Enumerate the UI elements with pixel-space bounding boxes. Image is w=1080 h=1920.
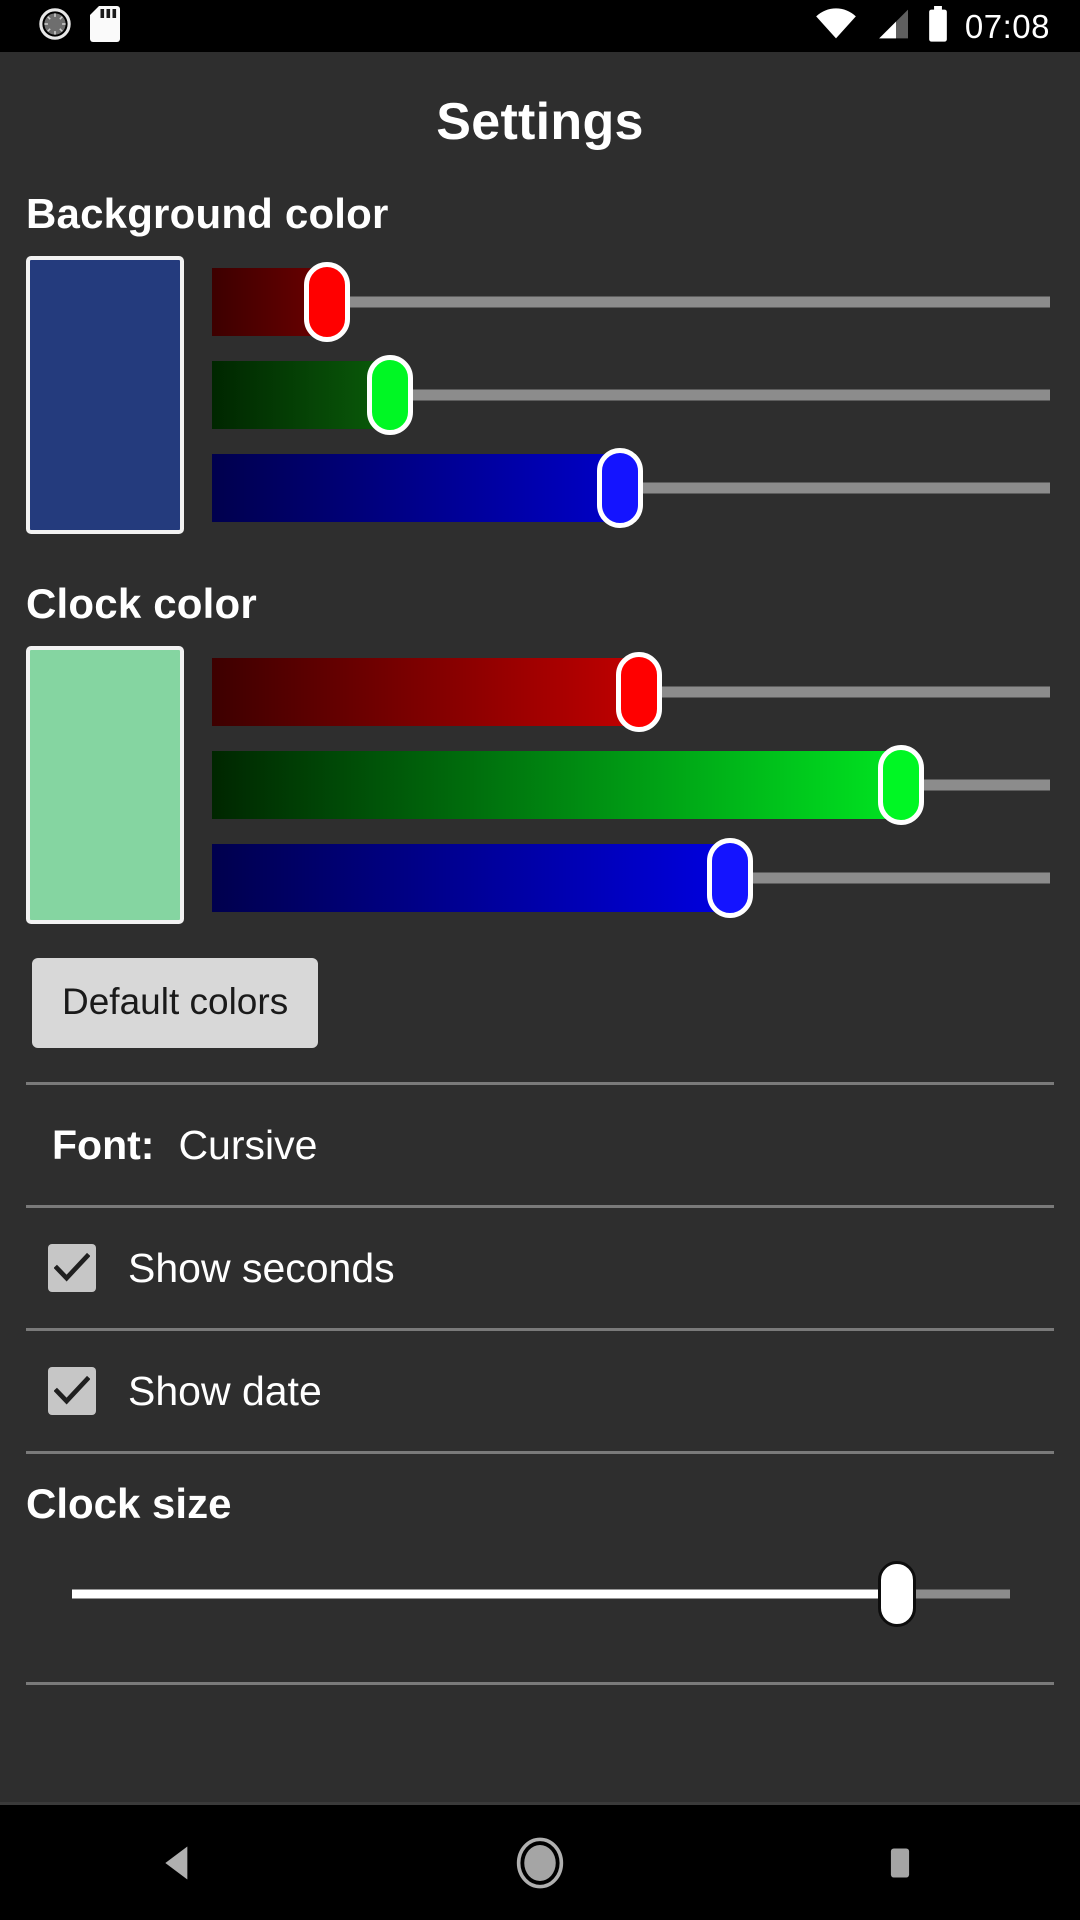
cell-signal-icon <box>873 8 911 45</box>
back-button[interactable] <box>105 1804 255 1920</box>
clock-color-thumb-r[interactable] <box>616 652 663 732</box>
back-triangle-icon <box>165 1846 188 1879</box>
home-button[interactable] <box>465 1804 615 1920</box>
background-color-preview-swatch[interactable] <box>26 256 184 534</box>
background-color-controls <box>0 256 1080 534</box>
home-circle-icon <box>516 1837 564 1888</box>
background-color-thumb-b[interactable] <box>597 448 644 528</box>
font-row[interactable]: Font: Cursive <box>0 1085 1080 1205</box>
show-date-label: Show date <box>128 1367 322 1414</box>
clock-color-heading: Clock color <box>26 580 257 627</box>
clock-color-sliders <box>184 646 1050 924</box>
clock-color-controls <box>0 646 1080 924</box>
wifi-icon <box>815 7 857 45</box>
status-bar-left-icons <box>0 5 120 47</box>
default-colors-button[interactable]: Default colors <box>32 958 319 1048</box>
font-value: Cursive <box>178 1121 318 1168</box>
clock-size-slider[interactable] <box>72 1546 1010 1642</box>
checkmark-icon <box>54 1375 90 1405</box>
clock-size-track-filled <box>72 1589 898 1599</box>
clock-color-fill-g <box>212 751 901 819</box>
background-color-slider-g[interactable] <box>212 353 1050 437</box>
clock-size-heading: Clock size <box>26 1480 232 1527</box>
clock-size-slider-thumb[interactable] <box>878 1561 917 1627</box>
default-colors-button-wrapper: Default colors <box>0 924 1080 1048</box>
checkmark-icon <box>54 1252 90 1282</box>
clock-color-slider-r[interactable] <box>212 650 1050 734</box>
battery-icon <box>927 5 949 47</box>
clock-color-slider-g[interactable] <box>212 743 1050 827</box>
show-seconds-label: Show seconds <box>128 1244 395 1291</box>
settings-content: Background color Clock color Default col… <box>0 190 1080 1800</box>
background-color-fill-g <box>212 361 390 429</box>
background-color-thumb-r[interactable] <box>303 262 350 342</box>
clock-color-fill-r <box>212 658 640 726</box>
background-color-fill-b <box>212 454 621 522</box>
show-date-checkbox[interactable] <box>48 1367 96 1415</box>
show-seconds-row[interactable]: Show seconds <box>0 1208 1080 1328</box>
android-navigation-bar <box>0 1802 1080 1920</box>
show-seconds-checkbox[interactable] <box>48 1244 96 1292</box>
font-label: Font: <box>52 1121 155 1168</box>
recents-square-icon <box>890 1847 910 1878</box>
clock-color-thumb-g[interactable] <box>877 745 924 825</box>
status-bar: 07:08 <box>0 0 1080 52</box>
settings-screen: 07:08 Settings Background color Clock co… <box>0 0 1080 1920</box>
page-title: Settings <box>436 93 644 151</box>
sync-spinner-icon <box>38 7 72 46</box>
divider-bottom <box>26 1682 1054 1685</box>
background-color-slider-b[interactable] <box>212 446 1050 530</box>
clock-color-preview-swatch[interactable] <box>26 646 184 924</box>
clock-color-slider-b[interactable] <box>212 836 1050 920</box>
background-color-thumb-g[interactable] <box>366 355 413 435</box>
background-color-slider-r[interactable] <box>212 260 1050 344</box>
recents-button[interactable] <box>825 1804 975 1920</box>
clock-color-thumb-b[interactable] <box>706 838 753 918</box>
sd-card-icon <box>90 5 120 47</box>
status-bar-clock: 07:08 <box>964 7 1050 45</box>
background-color-heading: Background color <box>26 190 389 237</box>
clock-color-fill-b <box>212 844 730 912</box>
status-bar-right-icons: 07:08 <box>815 5 1080 47</box>
show-date-row[interactable]: Show date <box>0 1331 1080 1451</box>
background-color-sliders <box>184 256 1050 534</box>
